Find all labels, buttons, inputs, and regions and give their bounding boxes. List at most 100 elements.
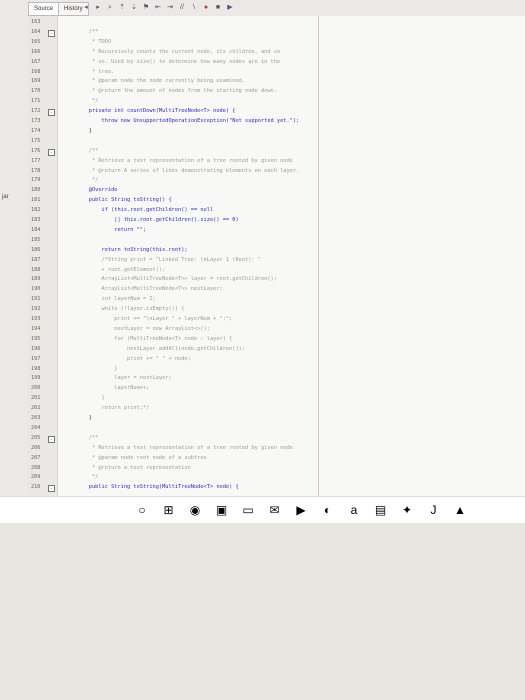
uncomment-icon[interactable]: \ <box>190 4 198 12</box>
code-line[interactable]: * Retrieve a text representation of a tr… <box>76 158 293 164</box>
code-line[interactable]: * Recursively counts the current node, i… <box>76 49 280 55</box>
line-number: 197 <box>31 355 41 362</box>
shift-left-icon[interactable]: ⇤ <box>154 4 162 12</box>
code-line[interactable]: print += " " + node; <box>76 356 191 362</box>
code-line[interactable]: ArrayList<MultiTreeNode<T>> nextLayer; <box>76 286 223 292</box>
code-line[interactable]: } <box>76 128 92 134</box>
macro-stop-icon[interactable]: ■ <box>214 4 222 12</box>
line-number: 206 <box>31 444 41 451</box>
task-view-icon[interactable]: ⊞ <box>162 503 176 517</box>
line-number: 186 <box>31 246 41 253</box>
line-number: 205 <box>31 434 41 441</box>
shift-right-icon[interactable]: ⇥ <box>166 4 174 12</box>
find-next-icon[interactable]: ⇣ <box>130 4 138 12</box>
code-line[interactable]: ArrayList<MultiTreeNode<T>> layer = root… <box>76 276 277 282</box>
code-line[interactable]: * @param node root node of a subtree <box>76 455 207 461</box>
code-line[interactable]: return print;*/ <box>76 405 150 411</box>
code-line[interactable]: int layerNum = 2; <box>76 296 156 302</box>
code-line[interactable]: || this.root.getChildren().size() == 0) <box>76 217 238 223</box>
line-number: 183 <box>31 217 41 223</box>
edge-browser-icon[interactable]: ◉ <box>188 503 202 517</box>
code-line[interactable]: */ <box>76 177 98 183</box>
line-number: 194 <box>31 325 41 332</box>
line-number: 187 <box>31 256 41 263</box>
code-line[interactable]: while (!layer.isEmpty()) { <box>76 306 185 312</box>
line-number: 192 <box>31 306 41 313</box>
jetbrains-icon[interactable]: ▶ <box>294 503 308 517</box>
code-line[interactable]: * @param node the node currently being e… <box>76 78 245 84</box>
find-prev-icon[interactable]: ⇡ <box>118 4 126 12</box>
line-number: 200 <box>31 385 41 392</box>
dropbox-icon[interactable]: ✦ <box>400 503 414 517</box>
right-margin-guide <box>318 16 319 496</box>
mail-icon[interactable]: ✉ <box>268 503 282 517</box>
code-line[interactable]: return toString(this.root); <box>76 247 188 253</box>
tab-source[interactable]: Source <box>28 2 60 16</box>
code-line[interactable]: * @return A series of lines demonstratin… <box>76 168 299 174</box>
code-line[interactable]: nextLayer = new ArrayList<>(); <box>76 326 210 332</box>
line-number: 195 <box>31 335 41 342</box>
code-line[interactable]: public String toString(MultiTreeNode<T> … <box>76 484 239 490</box>
code-line[interactable]: throw new UnsupportedOperationException(… <box>76 118 300 124</box>
fold-toggle-icon[interactable]: − <box>48 109 55 117</box>
code-line[interactable]: } <box>76 395 105 401</box>
line-number: 169 <box>31 78 41 85</box>
apex-icon[interactable]: ▲ <box>453 503 467 517</box>
code-line[interactable]: private int countDown(MultiTreeNode<T> n… <box>76 108 236 114</box>
code-line[interactable]: /*String print = "Linked Tree: \nLayer 1… <box>76 257 261 263</box>
line-number: 207 <box>31 454 41 461</box>
dev-icon[interactable]: ▤ <box>374 503 388 517</box>
line-number: 167 <box>31 58 41 65</box>
java-j-icon[interactable]: J <box>427 503 441 517</box>
code-line[interactable]: /** <box>76 435 99 441</box>
fold-toggle-icon[interactable]: − <box>48 485 55 493</box>
code-line[interactable]: return ""; <box>76 227 146 233</box>
code-line[interactable]: } <box>76 366 117 372</box>
code-line[interactable]: layer = nextLayer; <box>76 375 171 381</box>
line-number: 189 <box>31 276 41 283</box>
code-line[interactable]: * on. Used by size() to determine how ma… <box>76 59 280 65</box>
code-line[interactable]: * TODO <box>76 39 111 45</box>
code-line[interactable]: */ <box>76 98 98 104</box>
line-number: 178 <box>31 167 41 174</box>
toolbar-icons: ◂ ▸ ⌕ ⇡ ⇣ ⚑ ⇤ ⇥ // \ ● ■ ▶ <box>82 2 234 14</box>
code-line[interactable]: } <box>76 415 92 421</box>
line-number: 173 <box>31 118 41 124</box>
code-line[interactable]: * tree. <box>76 69 114 75</box>
file-explorer-icon[interactable]: ▭ <box>241 503 255 517</box>
code-line[interactable]: + root.getElement(); <box>76 267 166 273</box>
office-icon[interactable]: ◐ <box>321 503 335 517</box>
run-icon[interactable]: ▶ <box>226 4 234 12</box>
forward-icon[interactable]: ▸ <box>94 4 102 12</box>
fold-toggle-icon[interactable]: − <box>48 148 55 156</box>
line-number: 166 <box>31 48 41 55</box>
toggle-bookmark-icon[interactable]: ⚑ <box>142 4 150 12</box>
code-line[interactable]: if (this.root.getChildren() == null <box>76 207 214 213</box>
code-line[interactable]: print += "\nLayer " + layerNum + ":"; <box>76 316 232 322</box>
macro-record-icon[interactable]: ● <box>202 4 210 12</box>
code-line[interactable]: layerNum++; <box>76 385 149 391</box>
back-icon[interactable]: ◂ <box>82 4 90 12</box>
code-line[interactable]: /** <box>76 29 99 35</box>
search-icon[interactable]: ⌕ <box>106 4 114 12</box>
code-line[interactable]: for (MultiTreeNode<T> node : layer) { <box>76 336 232 342</box>
java-icon[interactable]: a <box>347 503 361 517</box>
code-line[interactable]: nextLayer.addAll(node.getChildren()); <box>76 346 245 352</box>
code-line[interactable]: public String toString() { <box>76 197 172 203</box>
projects-panel: jar <box>0 16 28 522</box>
fold-toggle-icon[interactable]: − <box>48 29 55 37</box>
line-number: 188 <box>31 266 41 273</box>
fold-toggle-icon[interactable]: − <box>48 435 55 443</box>
code-line[interactable]: * Retrieve a text representation of a tr… <box>76 445 293 451</box>
code-line[interactable]: */ <box>76 474 98 480</box>
jar-label: jar <box>2 194 9 200</box>
windows-taskbar: ○ ⊞ ◉ ▣ ▭ ✉ ▶ ◐ a ▤ ✦ J ▲ <box>0 496 525 523</box>
code-line[interactable]: @Override <box>76 187 118 193</box>
comment-icon[interactable]: // <box>178 4 186 12</box>
store-icon[interactable]: ▣ <box>215 503 229 517</box>
line-number: 176 <box>31 147 41 154</box>
code-line[interactable]: * @return a text representation <box>76 465 191 471</box>
code-line[interactable]: * @return the amount of nodes from the s… <box>76 88 277 94</box>
search-circle-icon[interactable]: ○ <box>135 503 149 517</box>
code-line[interactable]: /** <box>76 148 99 154</box>
